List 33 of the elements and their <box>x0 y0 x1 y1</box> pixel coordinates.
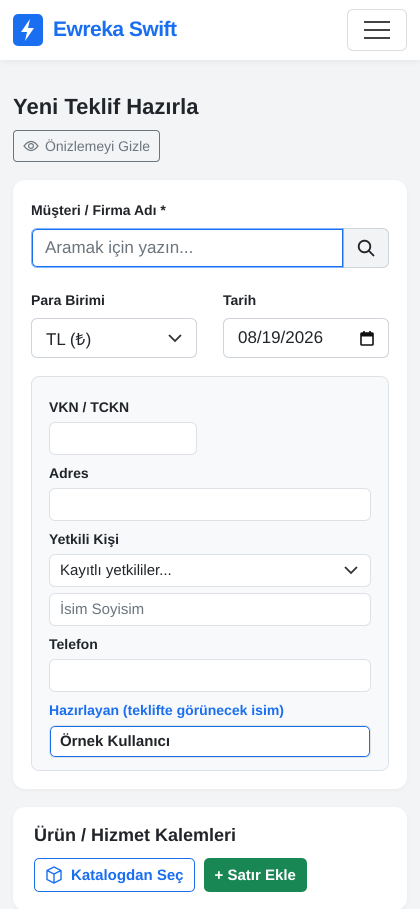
input-field[interactable] <box>49 422 197 455</box>
box-icon <box>45 866 63 884</box>
field-label: Telefon <box>49 636 99 652</box>
chevron-icon <box>344 566 358 575</box>
catalog-button[interactable]: Katalogdan Seç <box>34 858 195 892</box>
field-label: Yetkili Kişi <box>49 531 120 547</box>
currency-select[interactable]: TL (₺) <box>31 318 197 358</box>
field-label: Müşteri / Firma Adı * <box>31 202 167 218</box>
menu-icon <box>363 20 391 40</box>
search-icon <box>357 239 375 257</box>
field-label: Tarih <box>223 292 258 308</box>
date-field[interactable]: 08/19/2026 <box>223 318 389 358</box>
field-label: VKN / TCKN <box>49 399 130 415</box>
field-label: Para Birimi <box>31 292 106 308</box>
input-field[interactable]: Örnek Kullanıcı <box>49 725 371 758</box>
page-title: Yeni Teklif Hazırla <box>13 94 200 120</box>
bolt-logo-icon <box>13 14 43 46</box>
brand-name[interactable]: Ewreka Swift <box>53 18 177 42</box>
eye-icon <box>23 140 39 152</box>
calendar-icon <box>360 330 374 346</box>
add-row-button[interactable]: + Satır Ekle <box>204 858 307 892</box>
field-label: Hazırlayan (teklifte görünecek isim) <box>49 702 285 718</box>
input-field[interactable]: İsim Soyisim <box>49 593 371 626</box>
hide-preview-button[interactable]: Önizlemeyi Gizle <box>13 130 160 162</box>
section-title: Ürün / Hizmet Kalemleri <box>34 825 238 846</box>
chevron-icon <box>168 334 182 342</box>
input-field[interactable] <box>49 488 371 521</box>
input-field[interactable] <box>49 659 371 692</box>
field-label: Adres <box>49 465 90 481</box>
select-field[interactable]: Kayıtlı yetkililer... <box>49 554 371 587</box>
menu-button[interactable] <box>347 9 407 51</box>
search-button[interactable] <box>344 228 389 268</box>
search-field[interactable]: Aramak için yazın... <box>31 228 344 268</box>
